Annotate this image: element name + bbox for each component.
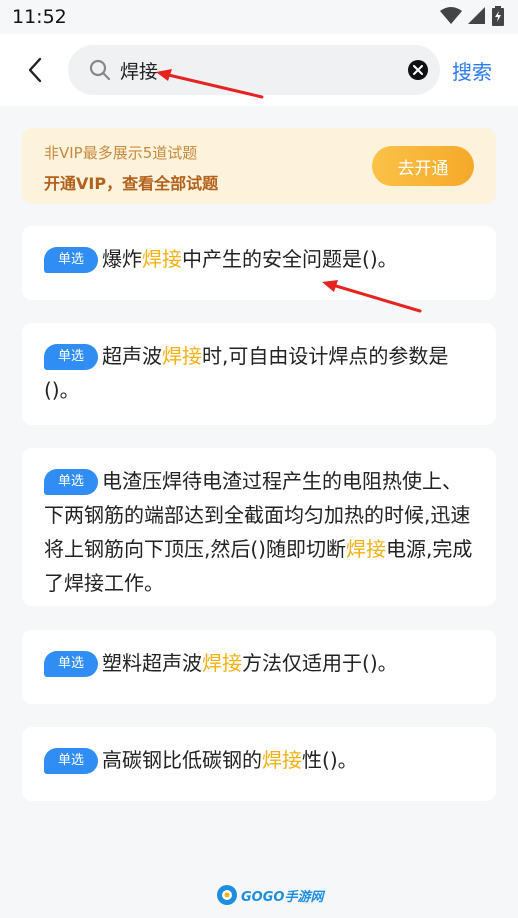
question-type-badge: 单选: [44, 344, 99, 370]
question-text: 单选 电渣压焊待电渣过程产生的电阻热使上、下两钢筋的端部达到全截面均匀加热的时候,…: [44, 469, 473, 595]
search-icon: [89, 59, 111, 81]
question-card[interactable]: 单选 塑料超声波焊接方法仅适用于()。: [22, 630, 496, 704]
status-time: 11:52: [12, 6, 67, 28]
logo-text: GOGO手游网: [241, 889, 324, 905]
keyword-highlight: 焊接: [262, 748, 303, 772]
watermark-logo: GOGO手游网: [216, 884, 326, 906]
open-vip-button[interactable]: 去开通: [372, 146, 474, 186]
keyword-highlight: 焊接: [162, 344, 203, 368]
keyword-highlight: 焊接: [345, 537, 386, 561]
question-text: 单选 高碳钢比低碳钢的焊接性()。: [44, 743, 476, 777]
keyword-highlight: 焊接: [142, 247, 183, 271]
vip-banner: 非VIP最多展示5道试题 开通VIP，查看全部试题 去开通: [22, 128, 496, 204]
top-bar: 搜索: [0, 34, 518, 106]
question-card[interactable]: 单选 爆炸焊接中产生的安全问题是()。: [22, 226, 496, 300]
search-input[interactable]: [120, 55, 410, 85]
question-text: 单选 爆炸焊接中产生的安全问题是()。: [44, 242, 476, 276]
back-arrow-icon: [28, 57, 42, 83]
search-box[interactable]: [68, 45, 440, 95]
vip-notice: 非VIP最多展示5道试题: [44, 144, 198, 162]
question-type-badge: 单选: [44, 748, 99, 774]
battery-icon: [492, 6, 504, 26]
question-type-badge: 单选: [44, 469, 99, 495]
logo-icon: [217, 885, 237, 905]
question-card[interactable]: 单选 电渣压焊待电渣过程产生的电阻热使上、下两钢筋的端部达到全截面均匀加热的时候,…: [22, 448, 496, 606]
question-text: 单选 塑料超声波焊接方法仅适用于()。: [44, 646, 476, 680]
clear-search-button[interactable]: [408, 60, 428, 80]
status-icons: [440, 6, 504, 26]
clear-icon: [413, 65, 423, 75]
question-card[interactable]: 单选 超声波焊接时,可自由设计焊点的参数是()。: [22, 323, 496, 425]
wifi-icon: [440, 7, 462, 24]
signal-icon: [468, 7, 485, 24]
question-type-badge: 单选: [44, 247, 99, 273]
question-card[interactable]: 单选 高碳钢比低碳钢的焊接性()。: [22, 727, 496, 801]
question-text: 单选 超声波焊接时,可自由设计焊点的参数是()。: [44, 344, 449, 402]
question-type-badge: 单选: [44, 651, 99, 677]
keyword-highlight: 焊接: [202, 651, 243, 675]
back-button[interactable]: [20, 54, 50, 86]
search-button[interactable]: 搜索: [452, 56, 492, 85]
vip-promo: 开通VIP，查看全部试题: [44, 174, 219, 193]
status-bar: 11:52: [0, 0, 518, 34]
